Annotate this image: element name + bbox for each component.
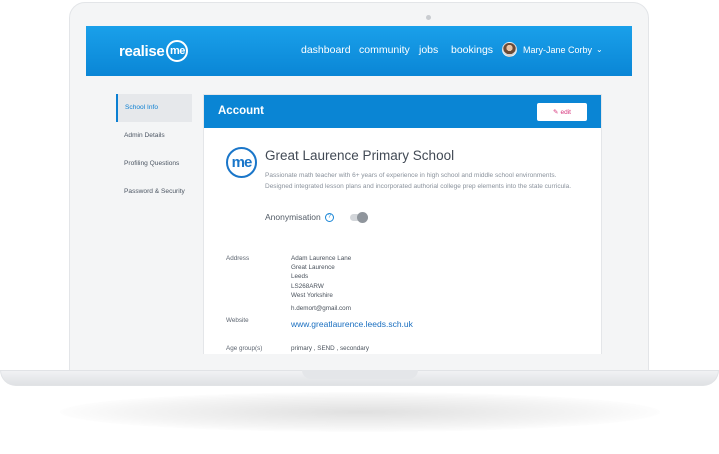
nav-dashboard[interactable]: dashboard [301, 44, 351, 56]
nav-jobs[interactable]: jobs [419, 44, 438, 56]
address-line: LS268ARW [291, 282, 324, 290]
sidebar-item-password-security[interactable]: Password & Security [116, 178, 192, 206]
user-menu[interactable]: Mary-Jane Corby ⌄ [502, 42, 603, 57]
address-block: Adam Laurence Lane Great Laurence Leeds … [291, 254, 351, 300]
address-line: Leeds [291, 273, 309, 281]
toggle-knob [356, 211, 368, 223]
logo-wordmark: realise [119, 42, 165, 60]
nav-bookings[interactable]: bookings [451, 44, 493, 56]
edit-button[interactable]: ✎ edit [537, 103, 587, 121]
pencil-icon: ✎ [553, 109, 559, 116]
brand-logo[interactable]: realise me [119, 40, 189, 62]
school-logo: me [226, 147, 257, 178]
sidebar-item-admin-details[interactable]: Admin Details [116, 122, 192, 150]
laptop-shadow [60, 392, 660, 432]
address-line: Great Laurence [291, 264, 335, 272]
school-description: Passionate math teacher with 6+ years of… [265, 172, 572, 190]
sidebar-item-school-info[interactable]: School Info [116, 94, 192, 122]
school-name: Great Laurence Primary School [265, 148, 455, 163]
settings-sidebar: School Info Admin Details Profiling Ques… [116, 94, 192, 206]
laptop-mockup: realise me dashboard community jobs book… [0, 0, 719, 454]
anonymisation-toggle[interactable] [349, 211, 368, 223]
anonymisation-label: Anonymisation [265, 212, 321, 222]
nav-community[interactable]: community [359, 44, 410, 56]
website-link[interactable]: www.greatlaurence.leeds.sch.uk [291, 319, 413, 329]
laptop-notch [302, 370, 418, 379]
camera-dot [426, 15, 431, 20]
logo-badge: me [166, 40, 189, 62]
chevron-down-icon: ⌄ [596, 45, 603, 54]
avatar [502, 42, 517, 57]
email-value: h.demort@gmail.com [291, 305, 351, 312]
account-card-header: Account ✎ edit [204, 95, 601, 128]
address-line: West Yorkshire [291, 291, 333, 299]
age-groups-value: primary , SEND , secondary [291, 345, 370, 352]
app-screen: realise me dashboard community jobs book… [86, 26, 632, 354]
sidebar-item-profiling-questions[interactable]: Profiling Questions [116, 150, 192, 178]
question-circle-icon[interactable]: ? [324, 212, 334, 222]
address-line: Adam Laurence Lane [291, 255, 352, 262]
account-title: Account [218, 105, 264, 117]
website-label: Website [226, 317, 249, 324]
account-card: Account ✎ edit me Great Laurence Primary… [203, 94, 602, 354]
anonymisation-row: Anonymisation ? [265, 211, 368, 223]
address-label: Address [226, 255, 250, 262]
top-navbar: realise me dashboard community jobs book… [86, 26, 632, 76]
edit-label: edit [560, 108, 571, 116]
age-groups-label: Age group(s) [226, 345, 263, 352]
user-name: Mary-Jane Corby [523, 44, 593, 55]
